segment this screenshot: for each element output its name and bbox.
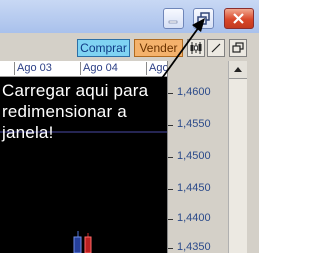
annotation-line: Carregar aqui para (2, 81, 149, 100)
window-titlebar[interactable] (0, 0, 259, 33)
line-tool-icon (211, 43, 221, 53)
scroll-up-button[interactable] (229, 61, 247, 79)
restore-window-icon (197, 12, 210, 25)
date-axis: Ago 03 Ago 04 Ago (0, 61, 169, 77)
close-button[interactable] (224, 8, 254, 29)
price-label: 1,4550 (177, 118, 211, 130)
price-label: 1,4400 (177, 212, 211, 224)
price-tick (168, 248, 173, 249)
price-tick (168, 157, 173, 158)
price-label: 1,4600 (177, 86, 211, 98)
restore-panel-button[interactable] (229, 39, 247, 57)
restore-window-button[interactable] (193, 8, 214, 29)
close-icon (233, 13, 244, 24)
buy-button[interactable]: Comprar (77, 39, 130, 57)
date-label: Ago (146, 62, 169, 75)
up-arrow-icon (234, 67, 242, 72)
price-tick (168, 125, 173, 126)
minimize-button[interactable] (163, 8, 184, 29)
annotation-line: janela! (2, 123, 54, 142)
chart-toolbar: Comprar Vender (0, 37, 259, 59)
price-label: 1,4500 (177, 150, 211, 162)
price-axis: 1,4600 1,4550 1,4500 1,4450 1,4400 1,435… (167, 61, 227, 253)
annotation-text: Carregar aqui para redimensionar a janel… (2, 80, 167, 143)
line-tool-button[interactable] (207, 39, 225, 57)
candlestick-tool-button[interactable] (187, 39, 205, 57)
date-label: Ago 04 (80, 62, 118, 75)
restore-panel-icon (232, 42, 244, 53)
price-tick (168, 219, 173, 220)
price-label: 1,4350 (177, 241, 211, 253)
vertical-scrollbar[interactable] (228, 61, 247, 253)
price-tick (168, 189, 173, 190)
price-tick (168, 93, 173, 94)
price-label: 1,4450 (177, 182, 211, 194)
annotation-line: redimensionar a (2, 102, 127, 121)
sell-button[interactable]: Vender (134, 39, 183, 57)
candlestick-icon (190, 42, 202, 54)
minimize-icon (168, 20, 178, 24)
date-label: Ago 03 (14, 62, 52, 75)
